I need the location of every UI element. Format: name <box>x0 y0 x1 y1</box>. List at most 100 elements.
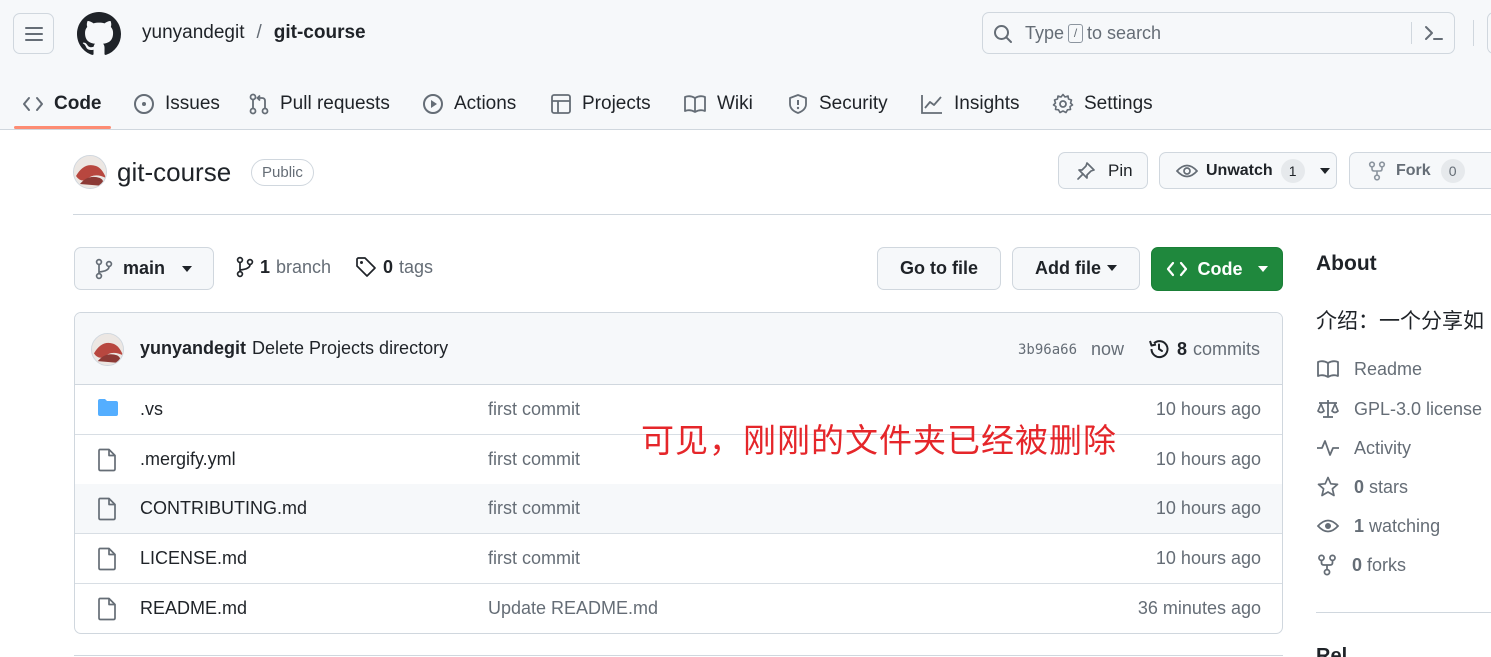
tag-icon <box>356 257 376 277</box>
issue-opened-icon <box>134 94 154 114</box>
stars-link[interactable]: 0 stars <box>1316 474 1408 500</box>
readme-link[interactable]: Readme <box>1316 356 1422 382</box>
tab-security[interactable]: Security <box>787 84 888 124</box>
commit-message-link[interactable]: Delete Projects directory <box>252 338 448 359</box>
code-icon <box>23 97 43 111</box>
search-shortcut-key: / <box>1068 24 1084 43</box>
commit-count-label: commits <box>1193 338 1261 359</box>
fork-label: Fork <box>1396 161 1431 179</box>
tab-wiki[interactable]: Wiki <box>683 84 753 124</box>
eye-icon <box>1316 519 1340 533</box>
repo-nav-tabs: Code Issues Pull requests Actions Projec… <box>0 78 1491 130</box>
repo-title[interactable]: git-course <box>117 157 231 188</box>
tab-projects[interactable]: Projects <box>550 84 651 124</box>
history-icon <box>1149 340 1169 359</box>
watching-link[interactable]: 1 watching <box>1316 513 1440 539</box>
file-row[interactable]: README.md Update README.md 36 minutes ag… <box>75 584 1282 633</box>
watch-count: 1 <box>1280 158 1305 183</box>
pin-label: Pin <box>1108 160 1133 180</box>
tab-issues[interactable]: Issues <box>133 84 220 124</box>
commit-history-link[interactable]: 8 commits <box>1147 337 1260 361</box>
folder-icon <box>98 399 118 416</box>
breadcrumb-owner-link[interactable]: yunyandegit <box>142 22 244 44</box>
search-input[interactable]: Type / to search <box>982 12 1455 54</box>
commit-count: 8 <box>1177 338 1188 359</box>
file-commit-message[interactable]: first commit <box>488 449 580 470</box>
tab-pull-requests[interactable]: Pull requests <box>248 84 390 124</box>
repo-forked-icon <box>1318 554 1336 576</box>
git-pull-request-icon <box>249 93 269 115</box>
commit-author-avatar[interactable] <box>91 333 124 366</box>
header-overflow-button[interactable] <box>1487 12 1491 54</box>
file-list: yunyandegit Delete Projects directory 3b… <box>74 312 1283 634</box>
eye-icon <box>1176 164 1198 177</box>
pin-icon <box>1077 161 1095 180</box>
forks-link[interactable]: 0 forks <box>1316 552 1406 578</box>
breadcrumb-separator: / <box>256 22 262 43</box>
github-logo-icon[interactable] <box>77 12 121 56</box>
hamburger-icon <box>24 26 43 41</box>
releases-heading: Rel <box>1316 645 1348 657</box>
file-commit-message[interactable]: Update README.md <box>488 598 658 619</box>
unwatch-button[interactable]: Unwatch 1 <box>1159 152 1337 189</box>
file-icon <box>98 597 116 621</box>
license-link[interactable]: GPL-3.0 license <box>1316 396 1482 422</box>
file-commit-message[interactable]: first commit <box>488 548 580 569</box>
tab-settings-label: Settings <box>1084 93 1153 114</box>
watching-count: 1 <box>1354 515 1365 536</box>
chevron-down-icon <box>1107 265 1117 271</box>
file-commit-time: 10 hours ago <box>1155 498 1261 518</box>
code-dropdown-button[interactable]: Code <box>1151 247 1283 291</box>
about-divider <box>1316 612 1491 613</box>
breadcrumb-repo-link[interactable]: git-course <box>274 22 366 44</box>
fork-count: 0 <box>1440 158 1465 183</box>
tags-link[interactable]: 0 tags <box>355 256 433 278</box>
shield-icon <box>789 94 807 114</box>
file-icon <box>98 497 116 521</box>
play-icon <box>423 94 443 114</box>
search-prefix: Type <box>1025 23 1065 43</box>
branch-count: 1 <box>260 256 271 277</box>
graph-icon <box>921 95 942 114</box>
branch-select-button[interactable]: main <box>74 247 214 290</box>
file-commit-message[interactable]: first commit <box>488 498 580 519</box>
chevron-down-icon <box>1257 266 1268 272</box>
tab-code[interactable]: Code <box>22 84 102 124</box>
repo-owner-avatar[interactable] <box>73 155 107 189</box>
command-palette-icon[interactable] <box>1423 23 1445 43</box>
search-suffix: to search <box>1087 23 1162 43</box>
repo-forked-icon <box>1368 160 1386 181</box>
file-row[interactable]: LICENSE.md first commit 10 hours ago <box>75 534 1282 584</box>
fork-button[interactable]: Fork 0 <box>1349 152 1491 189</box>
add-file-button[interactable]: Add file <box>1012 247 1140 290</box>
commit-time: now <box>1091 339 1125 359</box>
license-label: GPL-3.0 license <box>1354 398 1483 419</box>
tab-settings[interactable]: Settings <box>1052 84 1153 124</box>
chevron-down-icon <box>1319 167 1330 174</box>
active-tab-indicator <box>14 126 111 129</box>
pin-button[interactable]: Pin <box>1058 152 1148 189</box>
file-name[interactable]: .vs <box>140 399 163 420</box>
activity-link[interactable]: Activity <box>1316 435 1411 461</box>
branches-link[interactable]: 1 branch <box>236 256 331 278</box>
tab-insights[interactable]: Insights <box>920 84 1019 124</box>
file-commit-message[interactable]: first commit <box>488 399 580 420</box>
file-name[interactable]: LICENSE.md <box>140 548 247 569</box>
commit-author-link[interactable]: yunyandegit <box>140 338 246 359</box>
search-icon <box>994 25 1012 43</box>
tab-actions[interactable]: Actions <box>422 84 516 124</box>
file-name[interactable]: CONTRIBUTING.md <box>140 498 307 519</box>
branch-name: main <box>123 258 166 278</box>
file-name[interactable]: README.md <box>140 598 247 619</box>
file-name[interactable]: .mergify.yml <box>140 449 236 470</box>
law-icon <box>1317 400 1339 418</box>
tab-wiki-label: Wiki <box>717 93 753 114</box>
star-icon <box>1317 476 1339 497</box>
commit-hash-link[interactable]: 3b96a66 <box>1018 342 1077 358</box>
file-commit-time: 10 hours ago <box>1155 449 1261 469</box>
menu-button[interactable] <box>13 13 54 54</box>
go-to-file-button[interactable]: Go to file <box>877 247 1001 290</box>
file-row[interactable]: CONTRIBUTING.md first commit 10 hours ag… <box>75 484 1282 534</box>
readme-box-top-edge <box>74 655 1283 656</box>
pulse-icon <box>1317 440 1339 456</box>
